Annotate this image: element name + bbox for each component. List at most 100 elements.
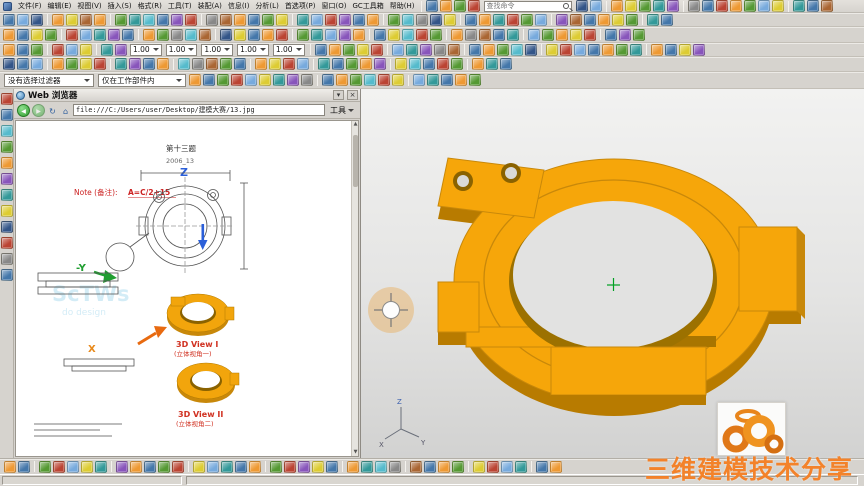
toolbar-icon[interactable] [598,13,610,26]
toolbar-icon[interactable] [500,58,512,70]
toolbar-icon[interactable] [207,460,219,473]
toolbar-icon[interactable] [262,28,274,41]
toolbar-icon[interactable] [601,43,614,56]
toolbar-icon[interactable] [701,0,714,12]
toolbar-icon[interactable] [479,28,491,41]
toolbar-icon[interactable] [115,13,127,26]
toolbar-icon[interactable] [402,13,414,26]
toolbar-icon[interactable] [3,13,15,26]
toolbar-icon[interactable] [248,28,260,41]
toolbar-icon[interactable] [259,74,271,86]
toolbar-icon[interactable] [584,28,596,41]
toolbar-icon[interactable] [157,58,169,70]
toolbar-icon[interactable] [367,13,379,26]
toolbar-icon[interactable] [172,460,184,473]
toolbar-icon[interactable] [0,141,13,153]
menu-item[interactable]: 分析(L) [252,0,281,12]
toolbar-icon[interactable] [94,13,106,26]
toolbar-icon[interactable] [364,74,376,86]
toolbar-icon[interactable] [311,13,323,26]
toolbar-icon[interactable] [273,74,285,86]
toolbar-icon[interactable] [347,460,359,473]
menu-item[interactable]: 视图(V) [74,0,104,12]
panel-pin-button[interactable]: ▾ [333,90,344,100]
toolbar-icon[interactable] [189,74,201,86]
toolbar-icon[interactable] [468,43,481,56]
toolbar-icon[interactable] [129,58,141,70]
toolbar-icon[interactable] [388,13,400,26]
toolbar-icon[interactable] [3,43,15,56]
toolbar-icon[interactable] [248,13,260,26]
toolbar-icon[interactable] [409,58,421,70]
toolbar-icon[interactable] [339,13,351,26]
toolbar-icon[interactable] [3,58,15,70]
toolbar-icon[interactable] [0,189,13,201]
toolbar-icon[interactable] [185,28,197,41]
toolbar-icon[interactable] [453,0,466,12]
menu-item[interactable]: 装配(A) [195,0,225,12]
toolbar-icon[interactable] [342,43,355,56]
toolbar-icon[interactable] [53,460,65,473]
address-bar[interactable]: file:///C:/Users/user/Desktop/建模大赛/13.jp… [73,104,325,116]
toolbar-icon[interactable] [556,13,568,26]
toolbar-icon[interactable] [4,460,16,473]
toolbar-icon[interactable] [633,28,645,41]
toolbar-icon[interactable] [439,0,452,12]
toolbar-icon[interactable] [206,58,218,70]
toolbar-icon[interactable] [31,13,43,26]
toolbar-icon[interactable] [143,28,155,41]
toolbar-icon[interactable] [0,205,13,217]
toolbar-icon[interactable] [472,58,484,70]
toolbar-icon[interactable] [447,43,460,56]
toolbar-icon[interactable] [178,58,190,70]
toolbar-icon[interactable] [94,58,106,70]
toolbar-icon[interactable] [325,28,337,41]
toolbar-icon[interactable] [101,43,113,56]
toolbar-icon[interactable] [143,13,155,26]
toolbar-icon[interactable] [52,13,64,26]
toolbar-icon[interactable] [311,28,323,41]
toolbar-icon[interactable] [584,13,596,26]
toolbar-icon[interactable] [664,43,677,56]
browser-content[interactable]: ScTWs do design 第十三题 2006_13 Note (备注): … [15,120,359,457]
toolbar-icon[interactable] [575,0,588,12]
toolbar-icon[interactable] [314,43,327,56]
toolbar-icon[interactable] [666,0,679,12]
toolbar-icon[interactable] [493,13,505,26]
toolbar-icon[interactable] [144,460,156,473]
toolbar-icon[interactable] [559,43,572,56]
toolbar-icon[interactable] [0,237,13,249]
toolbar-icon[interactable] [67,460,79,473]
toolbar-icon[interactable] [528,28,540,41]
toolbar-icon[interactable] [31,58,43,70]
toolbar-icon[interactable] [438,460,450,473]
toolbar-icon[interactable] [80,58,92,70]
toolbar-icon[interactable] [0,269,13,281]
graphics-window[interactable]: Z X Y [361,89,864,458]
toolbar-icon[interactable] [629,43,642,56]
toolbar-icon[interactable] [262,13,274,26]
toolbar-icon[interactable] [122,28,134,41]
toolbar-icon[interactable] [610,0,623,12]
toolbar-icon[interactable] [792,0,805,12]
toolbar-icon[interactable] [452,460,464,473]
toolbar-icon[interactable] [479,13,491,26]
toolbar-icon[interactable] [437,58,449,70]
toolbar-icon[interactable] [66,58,78,70]
toolbar-icon[interactable] [496,43,509,56]
toolbar-icon[interactable] [589,0,602,12]
toolbar-icon[interactable] [545,43,558,56]
toolbar-icon[interactable] [451,28,463,41]
toolbar-icon[interactable] [255,58,267,70]
toolbar-icon[interactable] [18,460,30,473]
menu-item[interactable]: 窗口(O) [319,0,350,12]
toolbar-icon[interactable] [171,13,183,26]
toolbar-icon[interactable] [130,460,142,473]
menu-item[interactable]: 信息(I) [225,0,253,12]
toolbar-icon[interactable] [80,43,92,56]
toolbar-icon[interactable] [587,43,600,56]
toolbar-icon[interactable] [353,13,365,26]
toolbar-icon[interactable] [116,460,128,473]
toolbar-icon[interactable] [52,43,64,56]
toolbar-icon[interactable] [0,173,13,185]
